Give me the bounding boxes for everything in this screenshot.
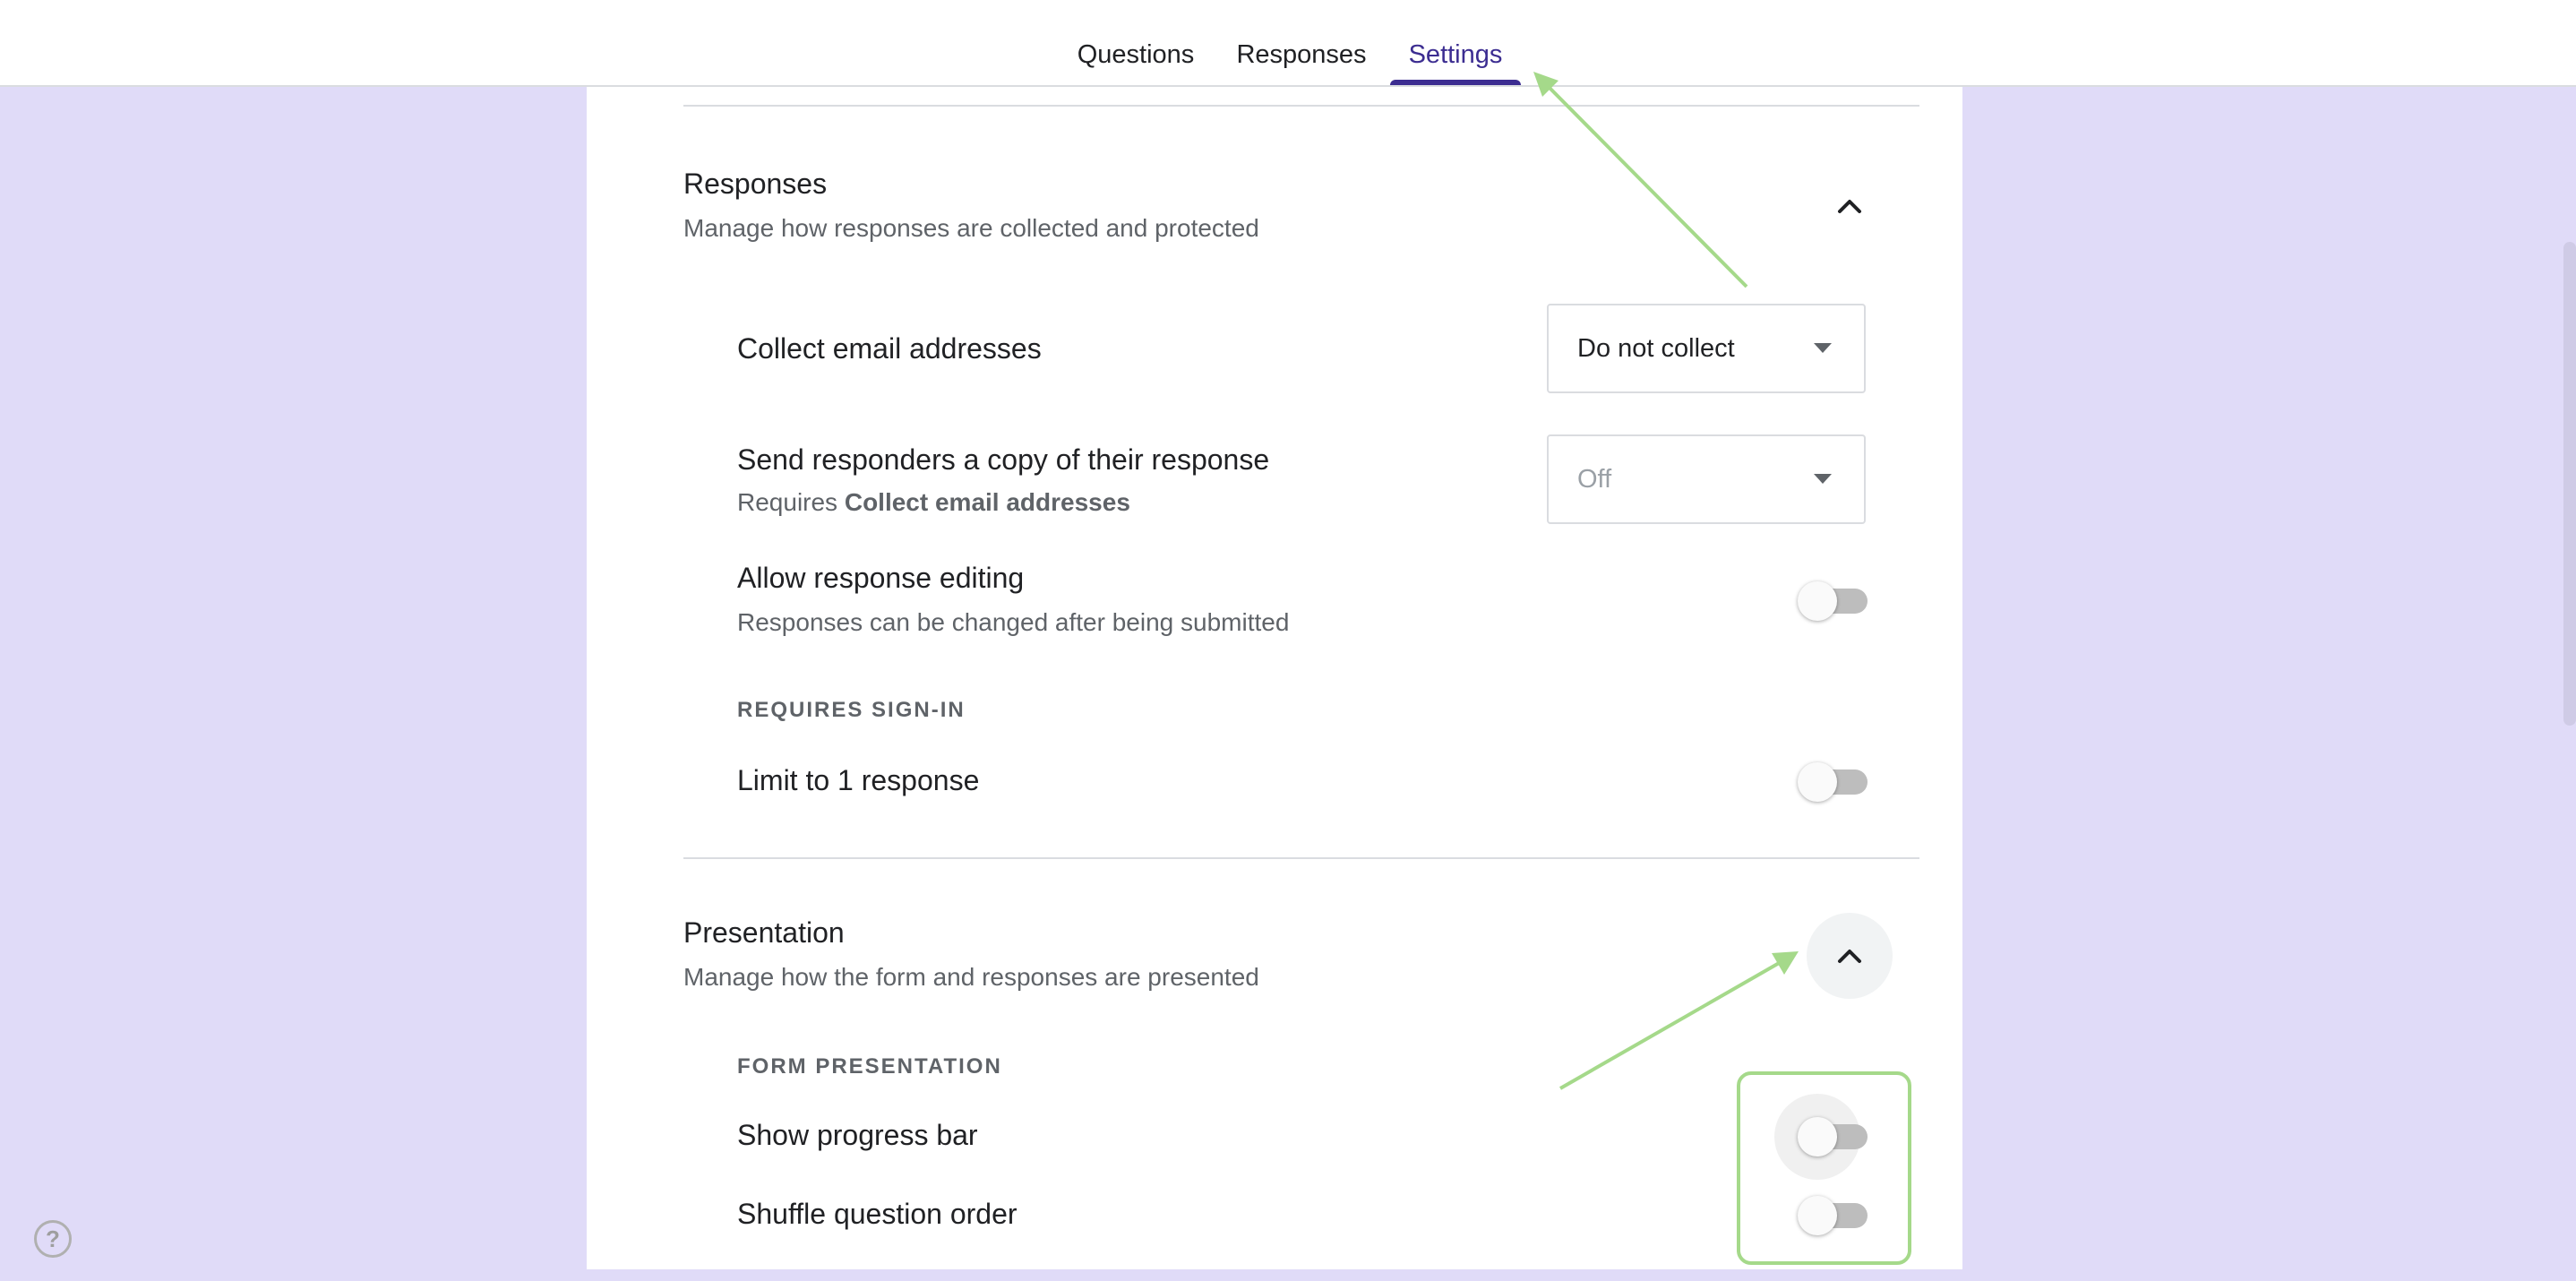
- help-circle-icon[interactable]: ?: [34, 1220, 72, 1258]
- scrollbar-thumb[interactable]: [2563, 242, 2576, 726]
- annotation-arrow-settings: [1544, 82, 1748, 288]
- annotation-arrow-presentation: [1559, 960, 1782, 1090]
- annotation-arrows: [1533, 72, 1799, 1090]
